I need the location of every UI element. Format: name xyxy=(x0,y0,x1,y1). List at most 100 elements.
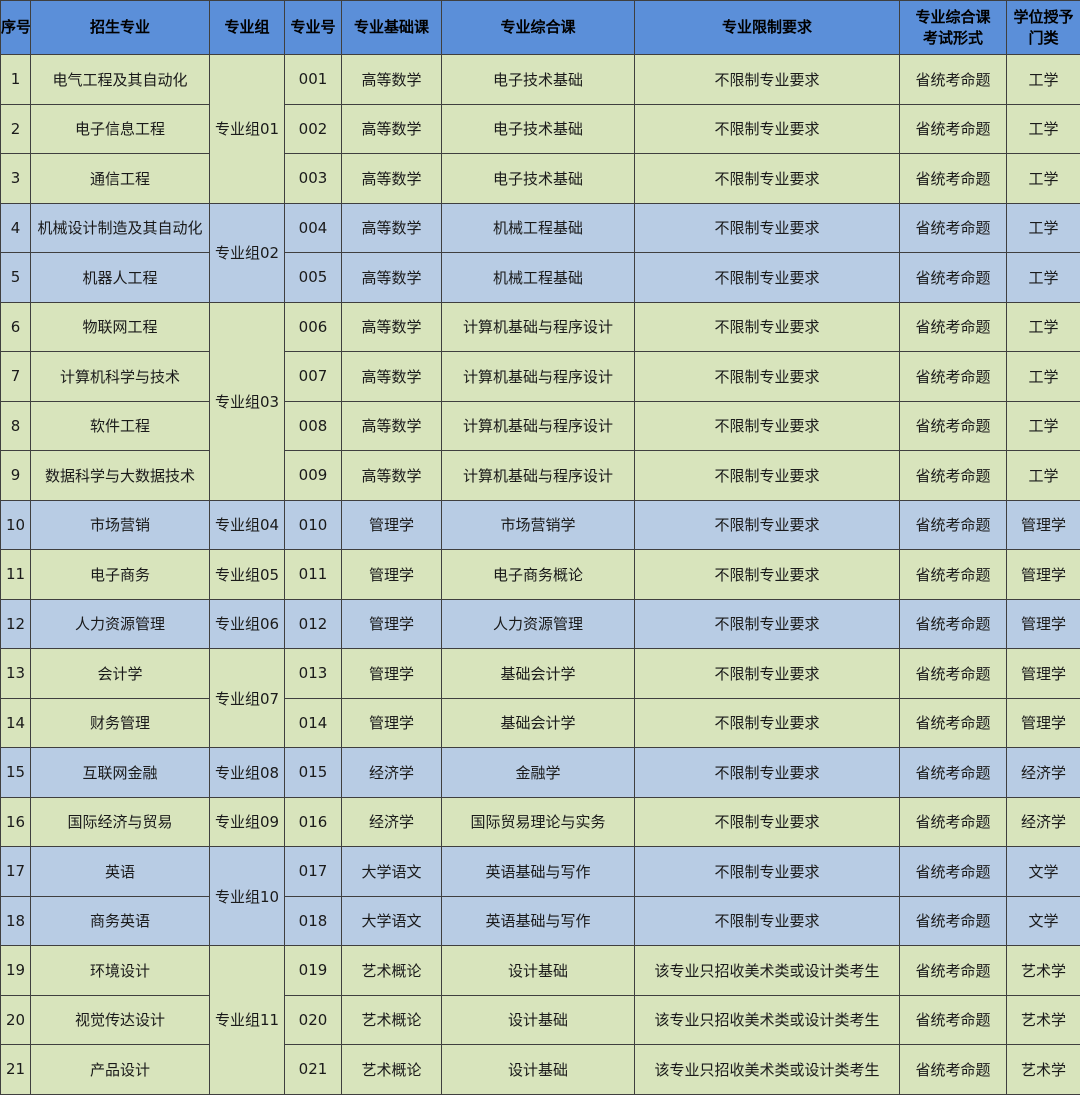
row-base-course: 高等数学 xyxy=(342,55,442,105)
row-degree: 工学 xyxy=(1007,302,1080,352)
group-cell: 专业组11 xyxy=(210,946,285,1095)
row-code: 010 xyxy=(285,500,342,550)
row-degree: 工学 xyxy=(1007,451,1080,501)
row-major: 环境设计 xyxy=(31,946,210,996)
row-limit: 不限制专业要求 xyxy=(635,154,900,204)
table-row: 15互联网金融专业组08015经济学金融学不限制专业要求省统考命题经济学 xyxy=(1,748,1080,798)
table-row: 16国际经济与贸易专业组09016经济学国际贸易理论与实务不限制专业要求省统考命… xyxy=(1,797,1080,847)
group-cell: 专业组01 xyxy=(210,55,285,204)
row-degree: 工学 xyxy=(1007,154,1080,204)
row-comp-course: 市场营销学 xyxy=(442,500,635,550)
group-cell: 专业组07 xyxy=(210,649,285,748)
header-group: 专业组 xyxy=(210,1,285,55)
row-seq: 8 xyxy=(1,401,31,451)
row-limit: 不限制专业要求 xyxy=(635,698,900,748)
row-code: 015 xyxy=(285,748,342,798)
row-base-course: 管理学 xyxy=(342,698,442,748)
row-base-course: 高等数学 xyxy=(342,401,442,451)
row-comp-course: 英语基础与写作 xyxy=(442,847,635,897)
table-row: 3通信工程003高等数学电子技术基础不限制专业要求省统考命题工学 xyxy=(1,154,1080,204)
row-code: 004 xyxy=(285,203,342,253)
row-code: 021 xyxy=(285,1045,342,1095)
header-degree: 学位授予 门类 xyxy=(1007,1,1080,55)
row-limit: 不限制专业要求 xyxy=(635,203,900,253)
row-base-course: 高等数学 xyxy=(342,154,442,204)
table-row: 10市场营销专业组04010管理学市场营销学不限制专业要求省统考命题管理学 xyxy=(1,500,1080,550)
row-exam-form: 省统考命题 xyxy=(900,451,1007,501)
row-base-course: 管理学 xyxy=(342,550,442,600)
header-base-course: 专业基础课 xyxy=(342,1,442,55)
row-comp-course: 计算机基础与程序设计 xyxy=(442,352,635,402)
row-exam-form: 省统考命题 xyxy=(900,896,1007,946)
row-seq: 14 xyxy=(1,698,31,748)
row-code: 001 xyxy=(285,55,342,105)
row-limit: 不限制专业要求 xyxy=(635,550,900,600)
row-major: 计算机科学与技术 xyxy=(31,352,210,402)
row-major: 英语 xyxy=(31,847,210,897)
table-row: 19环境设计专业组11019艺术概论设计基础该专业只招收美术类或设计类考生省统考… xyxy=(1,946,1080,996)
row-base-course: 艺术概论 xyxy=(342,995,442,1045)
row-degree: 管理学 xyxy=(1007,500,1080,550)
row-base-course: 高等数学 xyxy=(342,352,442,402)
row-major: 市场营销 xyxy=(31,500,210,550)
row-seq: 15 xyxy=(1,748,31,798)
header-major: 招生专业 xyxy=(31,1,210,55)
row-major: 通信工程 xyxy=(31,154,210,204)
table-row: 4机械设计制造及其自动化专业组02004高等数学机械工程基础不限制专业要求省统考… xyxy=(1,203,1080,253)
row-code: 016 xyxy=(285,797,342,847)
row-limit: 该专业只招收美术类或设计类考生 xyxy=(635,1045,900,1095)
row-comp-course: 国际贸易理论与实务 xyxy=(442,797,635,847)
row-comp-course: 机械工程基础 xyxy=(442,203,635,253)
row-seq: 2 xyxy=(1,104,31,154)
row-degree: 艺术学 xyxy=(1007,1045,1080,1095)
row-exam-form: 省统考命题 xyxy=(900,797,1007,847)
row-degree: 工学 xyxy=(1007,55,1080,105)
row-base-course: 大学语文 xyxy=(342,896,442,946)
table-row: 11电子商务专业组05011管理学电子商务概论不限制专业要求省统考命题管理学 xyxy=(1,550,1080,600)
row-major: 视觉传达设计 xyxy=(31,995,210,1045)
row-exam-form: 省统考命题 xyxy=(900,203,1007,253)
row-degree: 管理学 xyxy=(1007,599,1080,649)
row-major: 产品设计 xyxy=(31,1045,210,1095)
table-body: 1电气工程及其自动化专业组01001高等数学电子技术基础不限制专业要求省统考命题… xyxy=(1,55,1080,1095)
row-major: 商务英语 xyxy=(31,896,210,946)
row-degree: 工学 xyxy=(1007,104,1080,154)
group-cell: 专业组05 xyxy=(210,550,285,600)
row-major: 软件工程 xyxy=(31,401,210,451)
row-base-course: 高等数学 xyxy=(342,451,442,501)
row-base-course: 艺术概论 xyxy=(342,946,442,996)
row-seq: 4 xyxy=(1,203,31,253)
row-base-course: 大学语文 xyxy=(342,847,442,897)
row-comp-course: 英语基础与写作 xyxy=(442,896,635,946)
row-exam-form: 省统考命题 xyxy=(900,302,1007,352)
row-code: 009 xyxy=(285,451,342,501)
row-seq: 11 xyxy=(1,550,31,600)
row-degree: 工学 xyxy=(1007,401,1080,451)
row-degree: 文学 xyxy=(1007,847,1080,897)
row-degree: 管理学 xyxy=(1007,698,1080,748)
row-major: 电子信息工程 xyxy=(31,104,210,154)
group-cell: 专业组10 xyxy=(210,847,285,946)
row-comp-course: 设计基础 xyxy=(442,1045,635,1095)
row-seq: 17 xyxy=(1,847,31,897)
row-code: 019 xyxy=(285,946,342,996)
group-cell: 专业组03 xyxy=(210,302,285,500)
group-cell: 专业组09 xyxy=(210,797,285,847)
row-code: 006 xyxy=(285,302,342,352)
row-seq: 6 xyxy=(1,302,31,352)
row-exam-form: 省统考命题 xyxy=(900,1045,1007,1095)
row-exam-form: 省统考命题 xyxy=(900,748,1007,798)
row-code: 008 xyxy=(285,401,342,451)
row-exam-form: 省统考命题 xyxy=(900,55,1007,105)
table-row: 12人力资源管理专业组06012管理学人力资源管理不限制专业要求省统考命题管理学 xyxy=(1,599,1080,649)
row-seq: 3 xyxy=(1,154,31,204)
row-major: 人力资源管理 xyxy=(31,599,210,649)
row-comp-course: 电子技术基础 xyxy=(442,154,635,204)
row-code: 002 xyxy=(285,104,342,154)
row-major: 电气工程及其自动化 xyxy=(31,55,210,105)
row-base-course: 经济学 xyxy=(342,797,442,847)
row-major: 物联网工程 xyxy=(31,302,210,352)
row-degree: 管理学 xyxy=(1007,649,1080,699)
row-limit: 不限制专业要求 xyxy=(635,55,900,105)
row-degree: 艺术学 xyxy=(1007,995,1080,1045)
